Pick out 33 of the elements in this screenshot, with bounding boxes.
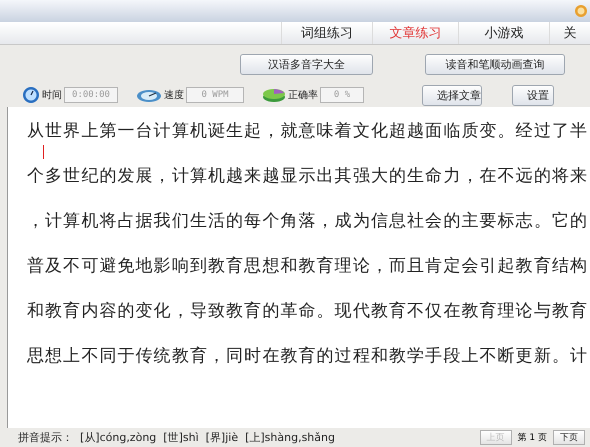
tool-button[interactable]: 汉语多音字大全 [240, 54, 373, 74]
tab[interactable]: 词组练习 [281, 22, 372, 44]
face-icon[interactable] [574, 4, 588, 18]
stat-label: 速度 [164, 88, 184, 102]
pie-chart-icon [262, 87, 286, 103]
article-area[interactable]: 从世界上第一台计算机诞生起，就意味着文化超越面临质变。经过了半 个多世纪的发展，计算机越来越显示出其强大的生命力，在不远的将来 ，计算机将占据我们生活的每个角落，成为信息社会的主要标志。它的 普及不可避免地影响到教育思想和教育理论，而且肯定会引起教育结构 和教育内容的变化，导致教育的革命。现代教育不仅在教育理论与教育 思想上不同于传统教育，同时在教育的过程和教学手段上不断更新。计 [7, 107, 590, 428]
tab[interactable]: 小游戏 [458, 22, 549, 44]
tab[interactable]: 关 [549, 22, 590, 44]
stat-field: 0 WPM [186, 87, 244, 103]
pinyin-hint-label: 拼音提示： [18, 430, 73, 445]
stat-field: 0 % [320, 87, 364, 103]
article-line: 普及不可避免地影响到教育思想和教育理论，而且肯定会引起教育结构 [27, 255, 590, 278]
article-line: 个多世纪的发展，计算机越来越显示出其强大的生命力，在不远的将来 [27, 165, 590, 188]
stat-label: 时间 [42, 88, 62, 102]
article-line: 从世界上第一台计算机诞生起，就意味着文化超越面临质变。经过了半 [27, 120, 590, 143]
article-line: ，计算机将占据我们生活的每个角落，成为信息社会的主要标志。它的 [27, 210, 590, 233]
stat-label: 正确率 [288, 88, 318, 102]
pinyin-hint: [上]shàng,shǎng [245, 430, 335, 445]
speedometer-icon [136, 87, 162, 103]
pinyin-hint: [界]jiè [206, 430, 238, 445]
tab[interactable]: 文章练习 [372, 22, 458, 44]
next-page-button[interactable]: 下页 [553, 430, 585, 445]
text-cursor [43, 145, 44, 159]
article-line: 思想上不同于传统教育，同时在教育的过程和教学手段上不断更新。计 [27, 345, 590, 368]
pinyin-hint: [世]shì [163, 430, 199, 445]
pinyin-hint: [从]cóng,zòng [80, 430, 156, 445]
page-number: 第 1 页 [518, 432, 547, 444]
clock-icon [22, 86, 40, 104]
action-button[interactable]: 选择文章 [422, 84, 482, 106]
tool-button[interactable]: 读音和笔顺动画查询 [425, 54, 565, 74]
action-button[interactable]: 设置 [512, 84, 554, 106]
article-line: 和教育内容的变化，导致教育的革命。现代教育不仅在教育理论与教育 [27, 300, 590, 323]
stat-field: 0:00:00 [64, 87, 118, 103]
